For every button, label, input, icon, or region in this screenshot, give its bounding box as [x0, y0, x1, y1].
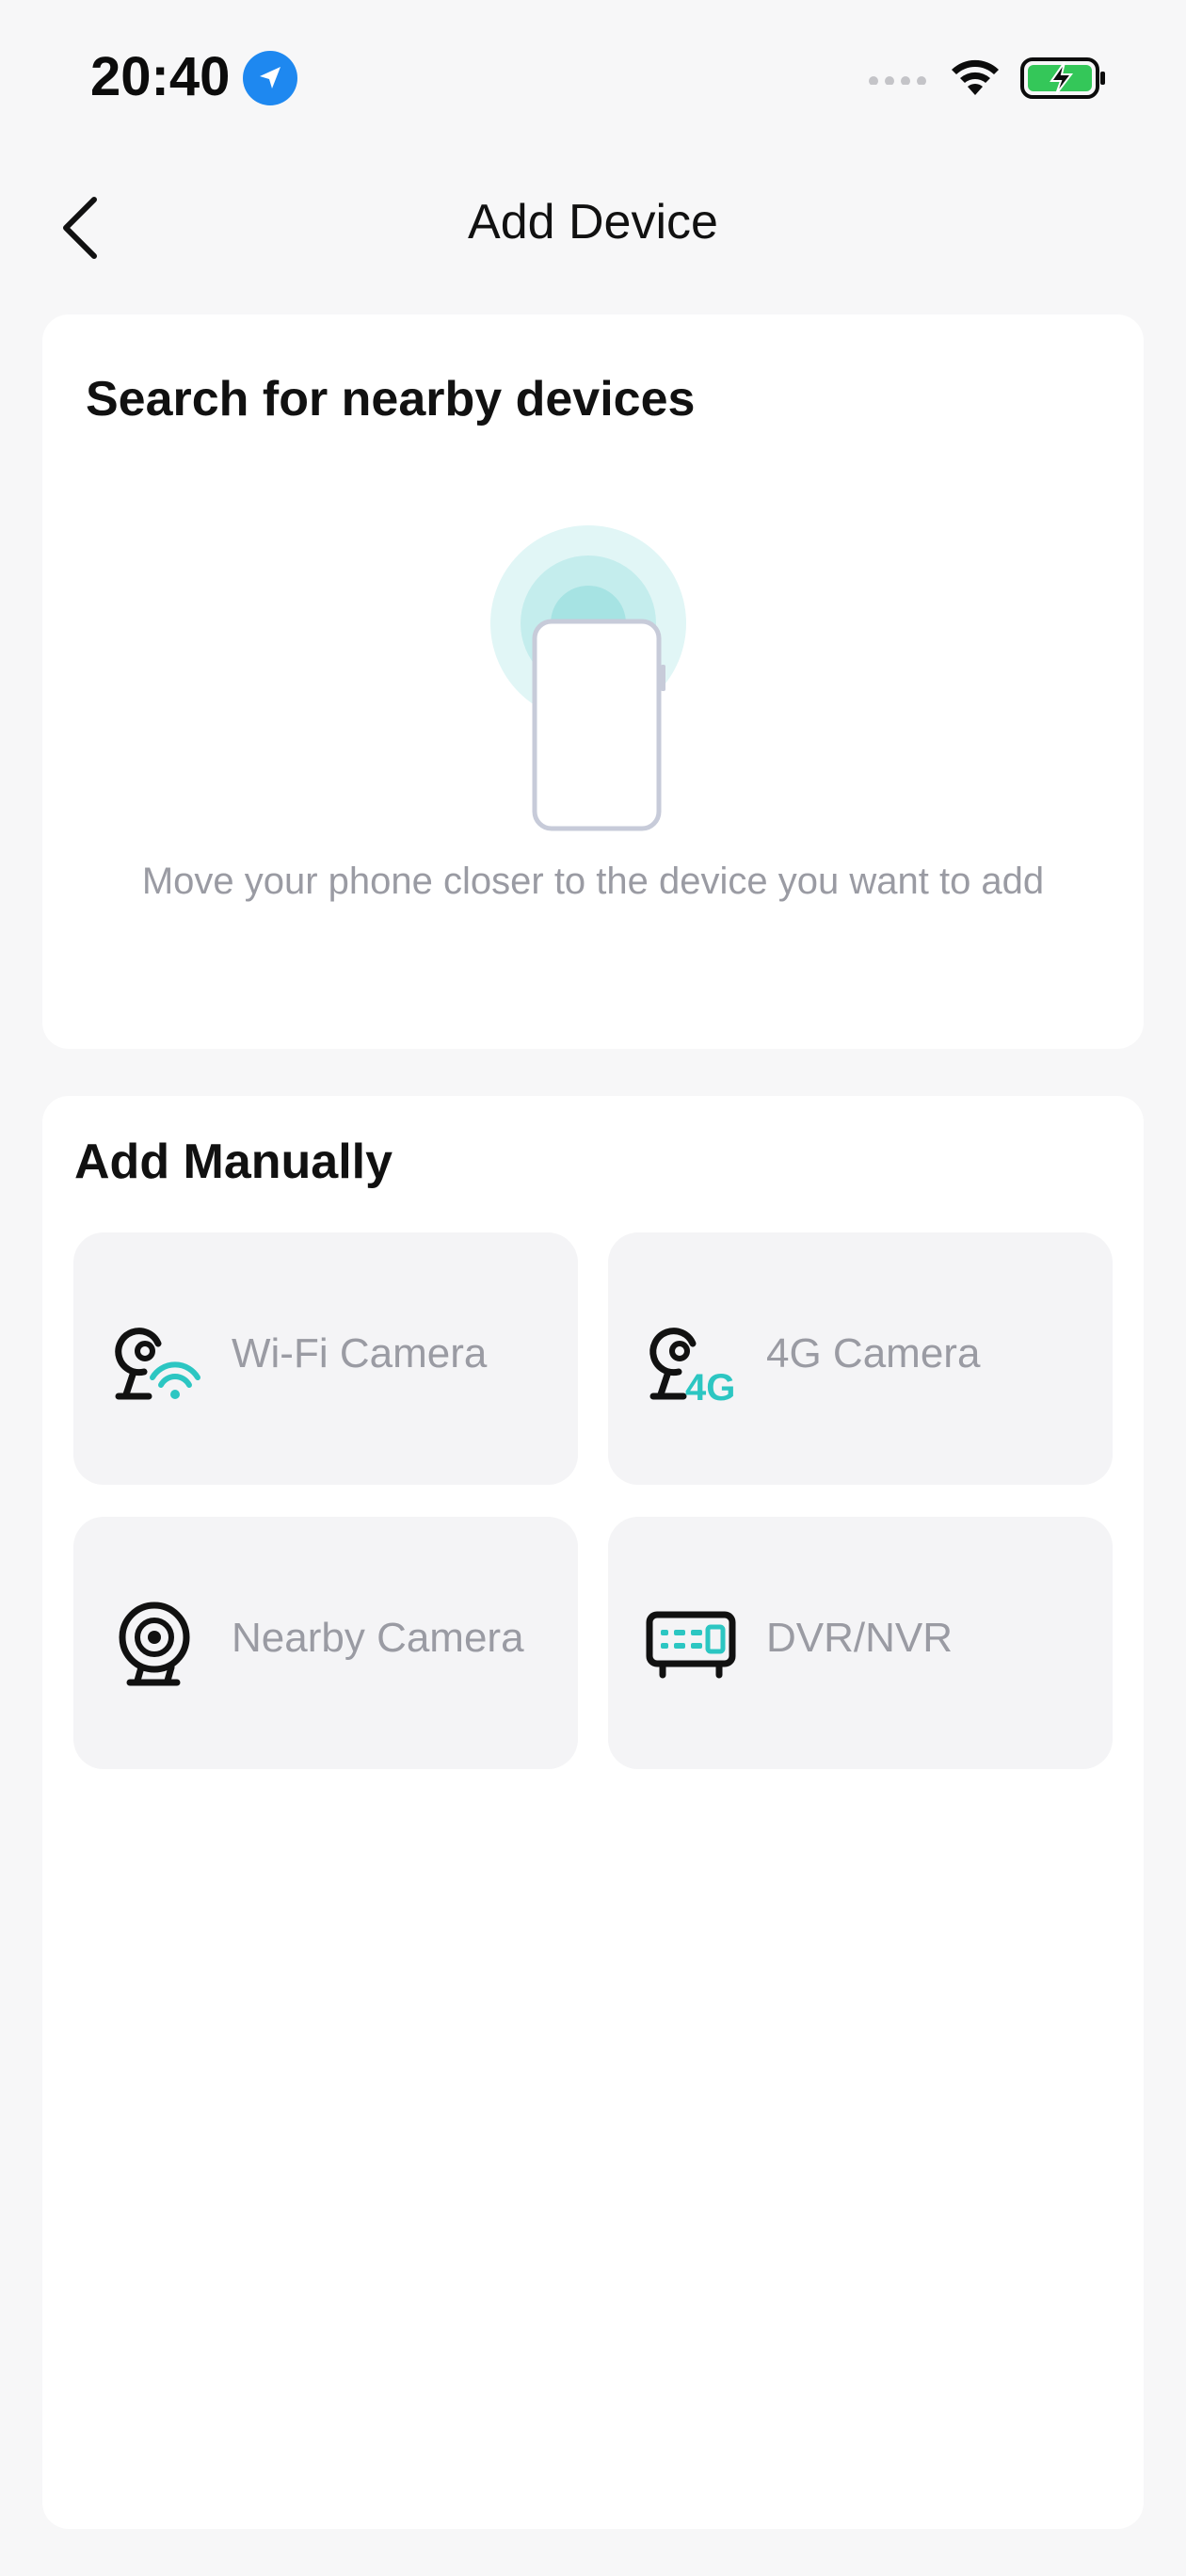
- search-section-title: Search for nearby devices: [86, 372, 696, 427]
- dvr-nvr-option[interactable]: DVR/NVR: [608, 1517, 1113, 1769]
- wifi-icon: [952, 59, 999, 95]
- wifi-camera-label: Wi-Fi Camera: [232, 1330, 488, 1377]
- nearby-camera-label: Nearby Camera: [232, 1615, 524, 1661]
- location-icon: [243, 51, 297, 105]
- search-hint-text: Move your phone closer to the device you…: [141, 861, 1045, 902]
- svg-text:4G: 4G: [685, 1367, 735, 1406]
- status-bar: 20:40: [0, 0, 1186, 160]
- signal-dots-icon: [869, 76, 926, 85]
- 4g-camera-option[interactable]: 4G 4G Camera: [608, 1232, 1113, 1485]
- add-manually-card: Add Manually Wi-Fi Camera 4G 4G Camera N…: [42, 1096, 1144, 2529]
- status-indicators: [868, 55, 1107, 102]
- nearby-camera-option[interactable]: Nearby Camera: [73, 1517, 578, 1769]
- nearby-camera-icon: [111, 1596, 205, 1690]
- add-manually-title: Add Manually: [74, 1135, 393, 1189]
- status-time: 20:40: [90, 46, 231, 107]
- battery-charging-icon: [1020, 57, 1105, 99]
- wifi-camera-option[interactable]: Wi-Fi Camera: [73, 1232, 578, 1485]
- nearby-search-card: Search for nearby devices Move your phon…: [42, 314, 1144, 1049]
- dvr-nvr-label: DVR/NVR: [766, 1615, 954, 1661]
- dvr-nvr-icon: [646, 1596, 740, 1690]
- phone-scan-illustration: [489, 523, 697, 834]
- page-title: Add Device: [468, 195, 718, 250]
- wifi-camera-icon: [111, 1312, 205, 1406]
- 4g-camera-label: 4G Camera: [766, 1330, 981, 1377]
- 4g-camera-icon: 4G: [646, 1312, 740, 1409]
